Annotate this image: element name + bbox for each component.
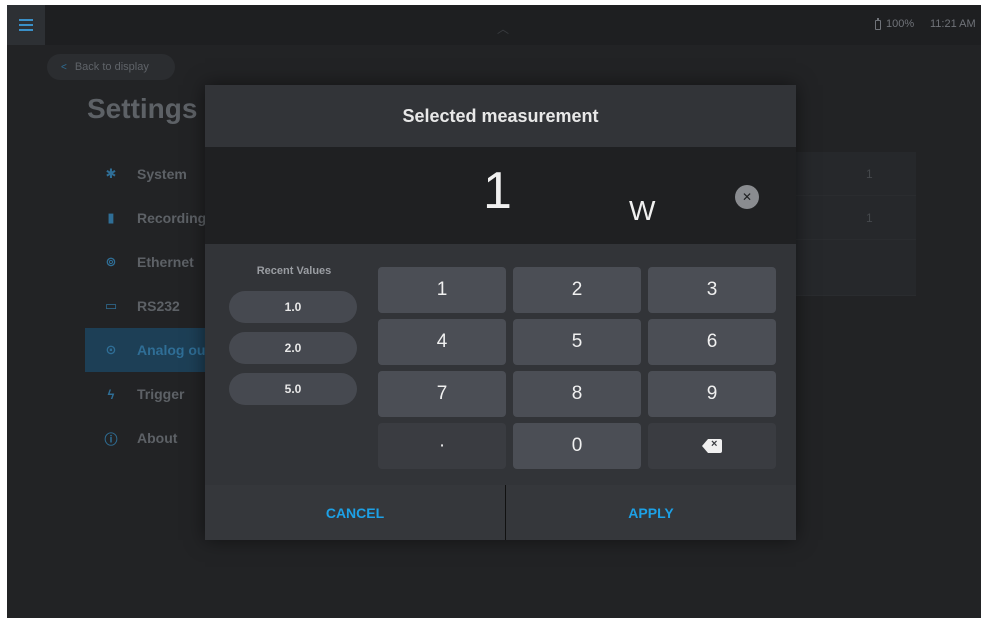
sidebar-item-rs232[interactable]: ▭ RS232 bbox=[85, 284, 210, 328]
page-title: Settings bbox=[87, 93, 198, 124]
recent-value-button[interactable]: 5.0 bbox=[229, 373, 357, 405]
key-8[interactable]: 8 bbox=[513, 371, 641, 417]
key-0[interactable]: 0 bbox=[513, 423, 641, 469]
circle-icon: ⊙ bbox=[105, 342, 117, 357]
sidebar-item-ethernet[interactable]: ⊚ Ethernet bbox=[85, 240, 210, 284]
top-bar: ︿ 100% 11:21 AM bbox=[7, 5, 981, 45]
serial-port-icon: ▭ bbox=[104, 298, 118, 313]
key-9[interactable]: 9 bbox=[648, 371, 776, 417]
file-icon: ▮ bbox=[107, 210, 115, 225]
sidebar-item-label: Trigger bbox=[137, 386, 185, 402]
key-4[interactable]: 4 bbox=[378, 319, 506, 365]
settings-sidebar: ✱ System ▮ Recording ⊚ Ethernet ▭ RS232 … bbox=[85, 152, 210, 460]
sidebar-item-system[interactable]: ✱ System bbox=[85, 152, 210, 196]
antenna-icon: ⊚ bbox=[105, 254, 117, 269]
lightning-icon: ϟ bbox=[107, 386, 115, 402]
sidebar-item-label: RS232 bbox=[137, 298, 180, 314]
recent-value-button[interactable]: 2.0 bbox=[229, 332, 357, 364]
row-value: 1 bbox=[866, 166, 873, 181]
key-decimal[interactable]: · bbox=[378, 423, 506, 469]
value-display: 1 W ✕ bbox=[205, 147, 796, 244]
chevron-up-icon[interactable]: ︿ bbox=[497, 20, 509, 36]
sidebar-item-analog-output[interactable]: ⊙ Analog ou bbox=[85, 328, 210, 372]
sidebar-item-about[interactable]: ⓘ About bbox=[85, 416, 210, 460]
screen: ︿ 100% 11:21 AM < Back to display Settin… bbox=[7, 5, 981, 618]
gear-icon: ✱ bbox=[105, 166, 117, 181]
sidebar-item-label: About bbox=[137, 430, 178, 446]
key-2[interactable]: 2 bbox=[513, 267, 641, 313]
key-5[interactable]: 5 bbox=[513, 319, 641, 365]
sidebar-item-trigger[interactable]: ϟ Trigger bbox=[85, 372, 210, 416]
backspace-icon: × bbox=[702, 438, 722, 453]
battery-icon bbox=[875, 18, 881, 30]
chevron-left-icon: < bbox=[61, 61, 67, 73]
list-item[interactable]: 1 bbox=[796, 152, 916, 196]
clock: 11:21 AM bbox=[930, 18, 976, 30]
cancel-button[interactable]: CANCEL bbox=[205, 485, 505, 540]
dialog-title: Selected measurement bbox=[402, 105, 599, 126]
numeric-input-dialog: Selected measurement 1 W ✕ Recent Values… bbox=[205, 85, 796, 540]
recent-values-title: Recent Values bbox=[256, 265, 332, 277]
recent-value-button[interactable]: 1.0 bbox=[229, 291, 357, 323]
battery-level: 100% bbox=[886, 18, 915, 30]
key-1[interactable]: 1 bbox=[378, 267, 506, 313]
back-label: Back to display bbox=[74, 61, 149, 73]
back-to-display-button[interactable]: < Back to display bbox=[47, 54, 175, 80]
row-value: 1 bbox=[866, 210, 873, 225]
backspace-button[interactable]: × bbox=[648, 423, 776, 469]
key-6[interactable]: 6 bbox=[648, 319, 776, 365]
sidebar-item-label: Recording bbox=[137, 210, 207, 226]
list-item[interactable]: 1 bbox=[796, 196, 916, 240]
info-icon: ⓘ bbox=[104, 431, 118, 447]
menu-button[interactable] bbox=[7, 5, 45, 45]
settings-values-panel: 1 1 bbox=[796, 152, 916, 296]
close-icon: ✕ bbox=[741, 190, 753, 204]
hamburger-icon bbox=[19, 24, 33, 26]
sidebar-item-label: System bbox=[137, 166, 187, 182]
apply-button[interactable]: APPLY bbox=[506, 485, 796, 540]
sidebar-item-label: Ethernet bbox=[137, 254, 194, 270]
key-7[interactable]: 7 bbox=[378, 371, 506, 417]
entered-value: 1 bbox=[483, 162, 512, 220]
list-item bbox=[796, 240, 916, 296]
clear-button[interactable]: ✕ bbox=[735, 185, 759, 209]
sidebar-item-label: Analog ou bbox=[137, 342, 206, 358]
key-3[interactable]: 3 bbox=[648, 267, 776, 313]
sidebar-item-recording[interactable]: ▮ Recording bbox=[85, 196, 210, 240]
unit-label: W bbox=[629, 195, 656, 226]
